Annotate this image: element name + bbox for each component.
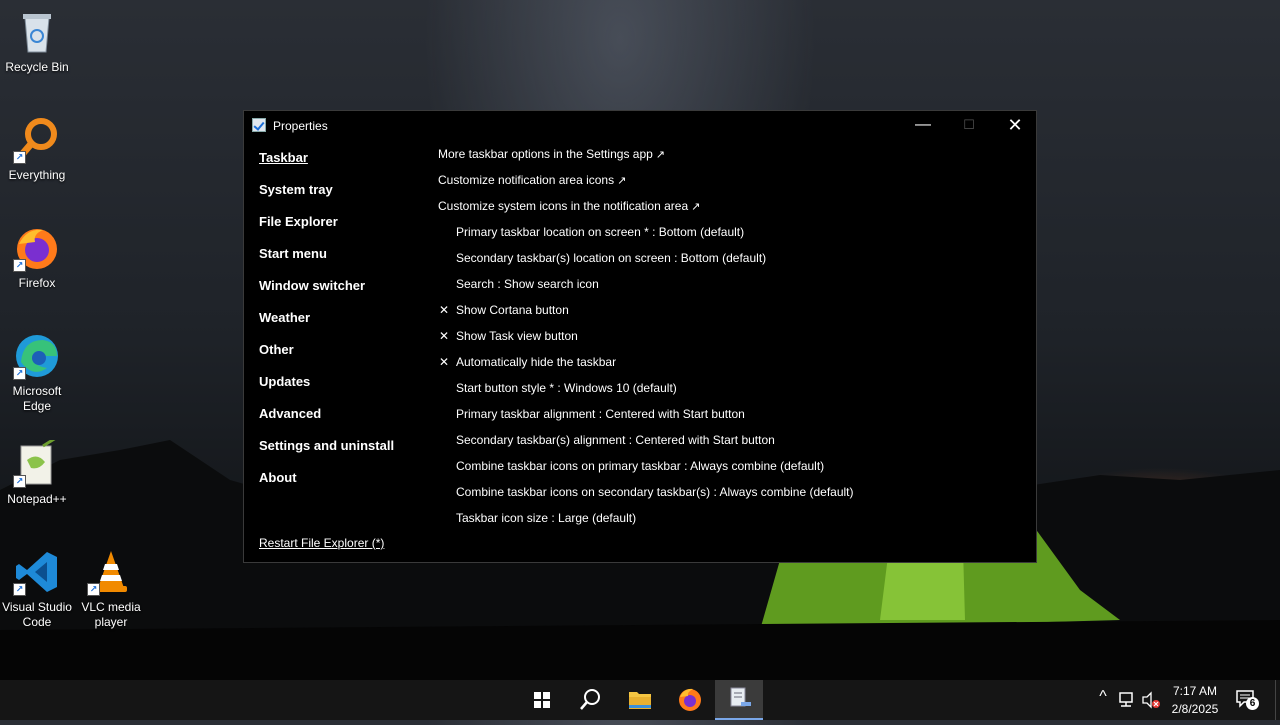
close-button[interactable]: ✕ <box>992 111 1038 141</box>
properties-app-icon <box>730 687 751 707</box>
option-primary-taskbar-location[interactable]: Primary taskbar location on screen * : B… <box>456 225 744 239</box>
maximize-button[interactable]: ☐ <box>946 111 992 141</box>
option-notification-icons-link[interactable]: Customize notification area icons ↗ <box>438 173 626 187</box>
action-center-button[interactable]: 6 <box>1234 688 1262 714</box>
desktop-icon-vlc[interactable]: ↗ VLC media player <box>75 548 147 630</box>
firefox-icon: ↗ <box>13 224 61 272</box>
start-icon <box>534 692 550 708</box>
nav-item-taskbar[interactable]: Taskbar <box>259 150 308 165</box>
option-combine-secondary-icons[interactable]: Combine taskbar icons on secondary taskb… <box>456 485 854 499</box>
nav-item-start-menu[interactable]: Start menu <box>259 246 327 261</box>
option-combine-primary-icons[interactable]: Combine taskbar icons on primary taskbar… <box>456 459 824 473</box>
desktop-icon-notepad-plus-plus[interactable]: ↗ Notepad++ <box>1 434 73 507</box>
nav-item-about[interactable]: About <box>259 470 297 485</box>
taskbar-search-button[interactable] <box>566 680 614 720</box>
desktop-icon-firefox[interactable]: ↗ Firefox <box>1 224 73 291</box>
external-link-icon: ↗ <box>691 201 701 213</box>
desktop-icon-label: Microsoft Edge <box>12 384 62 413</box>
nav-item-other[interactable]: Other <box>259 342 294 357</box>
external-link-icon: ↗ <box>655 149 666 161</box>
nav-item-updates[interactable]: Updates <box>259 374 310 389</box>
vlc-cone-icon: ↗ <box>87 548 135 596</box>
restart-file-explorer-link[interactable]: Restart File Explorer (*) <box>259 536 384 550</box>
shortcut-arrow-icon: ↗ <box>13 367 26 380</box>
desktop-icon-microsoft-edge[interactable]: ↗ Microsoft Edge <box>1 332 73 414</box>
network-icon[interactable] <box>1117 691 1137 709</box>
option-auto-hide-taskbar[interactable]: Automatically hide the taskbar <box>456 355 616 369</box>
option-search[interactable]: Search : Show search icon <box>456 277 599 291</box>
everything-search-icon: ↗ <box>13 116 61 164</box>
desktop-icon-everything[interactable]: ↗ Everything <box>1 116 73 183</box>
recycle-bin-icon <box>13 8 61 56</box>
volume-muted-icon[interactable] <box>1141 691 1161 709</box>
search-icon <box>580 689 600 710</box>
desktop-icon-label: Recycle Bin <box>5 60 69 74</box>
checked-mark-icon: ✕ <box>439 355 450 369</box>
taskbar: ^ 7:17 AM 2/8/2025 6 <box>0 680 1280 720</box>
desktop-icon-label: Visual Studio Code <box>2 600 72 629</box>
shortcut-arrow-icon: ↗ <box>13 259 26 272</box>
clock-time[interactable]: 7:17 AM <box>1166 684 1224 698</box>
option-taskbar-icon-size[interactable]: Taskbar icon size : Large (default) <box>456 511 636 525</box>
taskbar-firefox[interactable] <box>666 680 714 720</box>
option-system-icons-link[interactable]: Customize system icons in the notificati… <box>438 199 700 213</box>
shortcut-arrow-icon: ↗ <box>13 475 26 488</box>
external-link-icon: ↗ <box>617 175 627 187</box>
shortcut-arrow-icon: ↗ <box>13 151 26 164</box>
desktop-icon-recycle-bin[interactable]: Recycle Bin <box>1 8 73 75</box>
option-secondary-taskbar-alignment[interactable]: Secondary taskbar(s) alignment : Centere… <box>456 433 775 447</box>
show-desktop-button[interactable] <box>1275 680 1280 720</box>
properties-app-icon <box>252 118 266 132</box>
notification-count-badge: 6 <box>1246 697 1259 710</box>
clock-date[interactable]: 2/8/2025 <box>1166 702 1224 716</box>
window-title: Properties <box>273 119 328 133</box>
properties-window: Properties — ☐ ✕ Taskbar System tray Fil… <box>243 110 1037 563</box>
desktop-icon-label: Notepad++ <box>7 492 67 506</box>
taskbar-file-explorer[interactable] <box>616 680 664 720</box>
nav-item-settings-and-uninstall[interactable]: Settings and uninstall <box>259 438 394 453</box>
start-button[interactable] <box>518 680 566 720</box>
checked-mark-icon: ✕ <box>439 329 450 343</box>
vscode-icon: ↗ <box>13 548 61 596</box>
nav-item-advanced[interactable]: Advanced <box>259 406 321 421</box>
firefox-icon <box>679 688 701 711</box>
option-show-cortana-button[interactable]: Show Cortana button <box>456 303 569 317</box>
shortcut-arrow-icon: ↗ <box>13 583 26 596</box>
desktop-icon-label: VLC media player <box>81 600 141 629</box>
nav-item-window-switcher[interactable]: Window switcher <box>259 278 365 293</box>
desktop-icon-vscode[interactable]: ↗ Visual Studio Code <box>1 548 73 630</box>
show-hidden-icons-chevron[interactable]: ^ <box>1095 688 1111 706</box>
nav-item-weather[interactable]: Weather <box>259 310 310 325</box>
desktop-icon-label: Firefox <box>18 276 56 290</box>
minimize-button[interactable]: — <box>900 111 946 141</box>
option-show-task-view-button[interactable]: Show Task view button <box>456 329 578 343</box>
option-primary-taskbar-alignment[interactable]: Primary taskbar alignment : Centered wit… <box>456 407 745 421</box>
taskbar-properties-app[interactable] <box>715 680 763 720</box>
file-explorer-icon <box>629 692 651 709</box>
title-bar[interactable]: Properties — ☐ ✕ <box>244 111 1036 141</box>
nav-item-file-explorer[interactable]: File Explorer <box>259 214 338 229</box>
option-label: Customize notification area icons <box>438 173 615 187</box>
desktop-icon-label: Everything <box>8 168 66 182</box>
shortcut-arrow-icon: ↗ <box>87 583 100 596</box>
option-secondary-taskbar-location[interactable]: Secondary taskbar(s) location on screen … <box>456 251 766 265</box>
checked-mark-icon: ✕ <box>439 303 450 317</box>
notepad-plus-plus-icon: ↗ <box>13 434 61 488</box>
option-settings-app-link[interactable]: More taskbar options in the Settings app… <box>438 147 665 161</box>
option-label: Customize system icons in the notificati… <box>438 199 689 213</box>
option-label: More taskbar options in the Settings app <box>438 147 653 161</box>
option-start-button-style[interactable]: Start button style * : Windows 10 (defau… <box>456 381 677 395</box>
nav-item-system-tray[interactable]: System tray <box>259 182 333 197</box>
edge-icon: ↗ <box>13 332 61 380</box>
